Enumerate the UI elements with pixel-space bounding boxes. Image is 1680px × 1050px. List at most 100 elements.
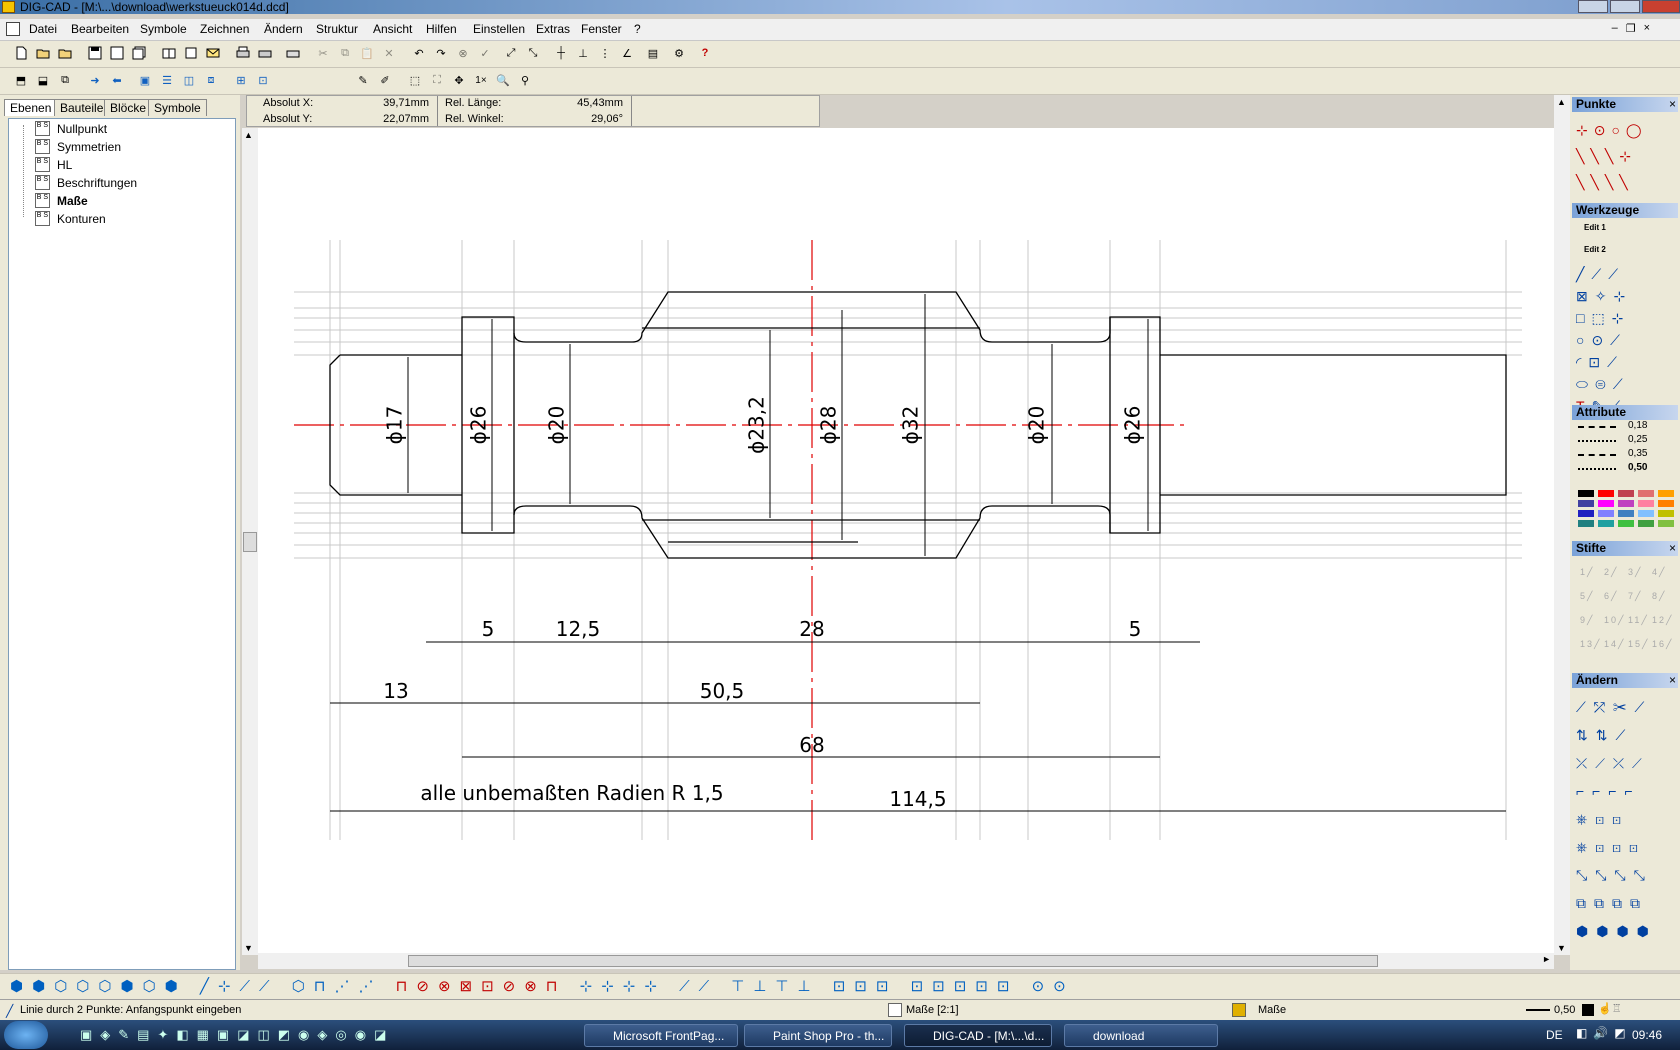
pen-slot[interactable]: 15╱ bbox=[1628, 633, 1649, 655]
pen-slot[interactable]: 7╱ bbox=[1628, 585, 1642, 607]
color-swatch[interactable] bbox=[1598, 520, 1614, 527]
copy-icon[interactable]: ⧉ bbox=[336, 44, 354, 62]
color-swatch[interactable] bbox=[1618, 510, 1634, 517]
tab-bauteile[interactable]: Bauteile bbox=[54, 99, 110, 116]
active-layer[interactable]: Maße bbox=[1258, 1004, 1286, 1016]
menu-einstellen[interactable]: Einstellen bbox=[473, 22, 525, 36]
menu-hilfen[interactable]: Hilfen bbox=[426, 22, 457, 36]
menu-zeichnen[interactable]: Zeichnen bbox=[200, 22, 249, 36]
scroll-down-icon[interactable]: ▼ bbox=[244, 943, 253, 953]
redo-icon[interactable]: ↷ bbox=[432, 44, 450, 62]
color-swatch[interactable] bbox=[1578, 510, 1594, 517]
pen-icon[interactable]: ✎ bbox=[354, 71, 372, 89]
save-icon[interactable] bbox=[86, 44, 104, 62]
crosshair-icon[interactable]: ┼ bbox=[552, 44, 570, 62]
layer-item[interactable]: B S Symmetrien bbox=[9, 139, 235, 156]
menu-extras[interactable]: Extras bbox=[536, 22, 570, 36]
rotate-icon[interactable]: ⤡ bbox=[524, 44, 542, 62]
zoom-out-icon[interactable]: ⚲ bbox=[516, 71, 534, 89]
tray-icons[interactable]: ◧🔊◩ bbox=[1576, 1026, 1632, 1040]
taskbar-item[interactable]: download bbox=[1064, 1024, 1218, 1047]
horizontal-scrollbar[interactable]: ► bbox=[258, 953, 1554, 969]
print-preview-icon[interactable] bbox=[256, 44, 274, 62]
menu-help[interactable]: ? bbox=[634, 22, 641, 36]
menu-fenster[interactable]: Fenster bbox=[581, 22, 622, 36]
pen-slot[interactable]: 2╱ bbox=[1604, 561, 1618, 583]
linewidth-value[interactable]: 0,50 bbox=[1554, 1004, 1575, 1016]
snap-tools[interactable]: ⬢⬢⬡⬡⬡⬢⬡⬢ ╱⊹⟋⟋ ⬡⊓⋰⋰ ⊓⊘⊗⊠⊡⊘⊗⊓ ⊹⊹⊹⊹ ⟋⟋ ⊤⊥⊤⊥… bbox=[10, 977, 1270, 997]
linewidth-option[interactable]: 0,18 bbox=[1628, 420, 1647, 431]
menu-struktur[interactable]: Struktur bbox=[316, 22, 358, 36]
color-swatch[interactable] bbox=[1578, 490, 1594, 497]
edit2-label[interactable]: Edit 2 bbox=[1584, 245, 1606, 254]
layer-item[interactable]: B S Konturen bbox=[9, 211, 235, 228]
window-arrange-icon[interactable]: ⊞ bbox=[232, 71, 250, 89]
clock[interactable]: 09:46 bbox=[1632, 1028, 1662, 1042]
window-tile-icon[interactable]: ▣ bbox=[136, 71, 154, 89]
pen-slot[interactable]: 9╱ bbox=[1580, 609, 1594, 631]
help-icon[interactable]: ? bbox=[696, 44, 714, 62]
window-split-icon[interactable]: ☰ bbox=[158, 71, 176, 89]
open-recent-icon[interactable] bbox=[56, 44, 74, 62]
mdi-close-button[interactable]: × bbox=[1644, 22, 1650, 35]
paste-icon[interactable]: 📋 bbox=[358, 44, 376, 62]
layer-item[interactable]: B S Nullpunkt bbox=[9, 121, 235, 138]
color-swatch[interactable] bbox=[1598, 490, 1614, 497]
color-swatch[interactable] bbox=[1638, 500, 1654, 507]
menu-symbole[interactable]: Symbole bbox=[140, 22, 187, 36]
pan-icon[interactable]: ✥ bbox=[450, 71, 468, 89]
linewidth-option[interactable]: 0,35 bbox=[1628, 448, 1647, 459]
zoom-in-icon[interactable]: 🔍 bbox=[494, 71, 512, 89]
close-icon[interactable]: × bbox=[1669, 673, 1676, 688]
save-as-icon[interactable] bbox=[108, 44, 126, 62]
open-file-icon[interactable] bbox=[34, 44, 52, 62]
pen-slot[interactable]: 13╱ bbox=[1580, 633, 1601, 655]
layer-item[interactable]: B S HL bbox=[9, 157, 235, 174]
quick-launch-icons[interactable]: ▣◈✎▤✦◧▦▣◪◫◩◉◈◎◉◪ bbox=[80, 1027, 394, 1043]
cancel-icon[interactable]: ⊗ bbox=[454, 44, 472, 62]
pen-slot[interactable]: 12╱ bbox=[1652, 609, 1673, 631]
color-swatch[interactable] bbox=[1618, 520, 1634, 527]
window-columns-icon[interactable]: ◫ bbox=[180, 71, 198, 89]
hscroll-thumb[interactable] bbox=[408, 955, 1378, 967]
menu-aendern[interactable]: Ändern bbox=[264, 22, 303, 36]
pen-slot[interactable]: 1╱ bbox=[1580, 561, 1594, 583]
line-attributes[interactable]: 0,18 0,25 0,35 0,50 bbox=[1576, 420, 1676, 482]
export-icon[interactable] bbox=[182, 44, 200, 62]
close-button[interactable] bbox=[1642, 0, 1680, 13]
color-palette[interactable] bbox=[1578, 490, 1678, 530]
color-swatch[interactable] bbox=[1638, 490, 1654, 497]
pen-slot[interactable]: 5╱ bbox=[1580, 585, 1594, 607]
scroll-down-icon[interactable]: ▼ bbox=[1557, 943, 1566, 953]
layer-item[interactable]: B S Beschriftungen bbox=[9, 175, 235, 192]
color-swatch[interactable] bbox=[1618, 500, 1634, 507]
vertical-scrollbar-right[interactable]: ▲ ▼ bbox=[1554, 95, 1570, 955]
color-swatch[interactable] bbox=[1638, 510, 1654, 517]
window-cascade-icon[interactable]: ⧈ bbox=[202, 71, 220, 89]
taskbar-item[interactable]: Microsoft FrontPag... bbox=[584, 1024, 738, 1047]
grid-icon[interactable]: ⋮ bbox=[596, 44, 614, 62]
color-swatch[interactable] bbox=[1658, 500, 1674, 507]
drawing-canvas[interactable]: ϕ17 ϕ26 ϕ20 ϕ23,2 ϕ28 ϕ32 ϕ20 ϕ26 5 12,5… bbox=[258, 128, 1554, 955]
undo-icon[interactable]: ↶ bbox=[410, 44, 428, 62]
point-tools[interactable]: ⊹⊙○◯ ╲╲╲⊹ ╲╲╲╲ bbox=[1576, 117, 1676, 195]
window-new-icon[interactable]: ⊡ bbox=[254, 71, 272, 89]
tab-bloecke[interactable]: Blöcke bbox=[104, 99, 153, 116]
forward-icon[interactable]: ➜ bbox=[86, 71, 104, 89]
color-swatch[interactable] bbox=[1578, 520, 1594, 527]
scroll-up-icon[interactable]: ▲ bbox=[1557, 97, 1566, 107]
close-icon[interactable]: × bbox=[1669, 541, 1676, 556]
layer-down-icon[interactable]: ⬓ bbox=[34, 71, 52, 89]
color-swatch[interactable] bbox=[1658, 510, 1674, 517]
color-swatch[interactable] bbox=[1658, 490, 1674, 497]
book-icon[interactable] bbox=[160, 44, 178, 62]
zoom-1x-button[interactable]: 1× bbox=[472, 71, 490, 89]
language-indicator[interactable]: DE bbox=[1546, 1028, 1563, 1042]
new-file-icon[interactable] bbox=[12, 44, 30, 62]
current-layer[interactable]: Maße [2:1] bbox=[906, 1004, 959, 1016]
color-swatch[interactable] bbox=[1582, 1004, 1594, 1016]
color-swatch[interactable] bbox=[1638, 520, 1654, 527]
print-icon[interactable] bbox=[234, 44, 252, 62]
pen-slots[interactable]: 1╱ 2╱ 3╱ 4╱ 5╱ 6╱ 7╱ 8╱ 9╱ 10╱ 11╱ 12╱ 13╱ 14╱ 15╱ 16╱ bbox=[1580, 561, 1678, 651]
scroll-thumb[interactable] bbox=[243, 532, 257, 552]
